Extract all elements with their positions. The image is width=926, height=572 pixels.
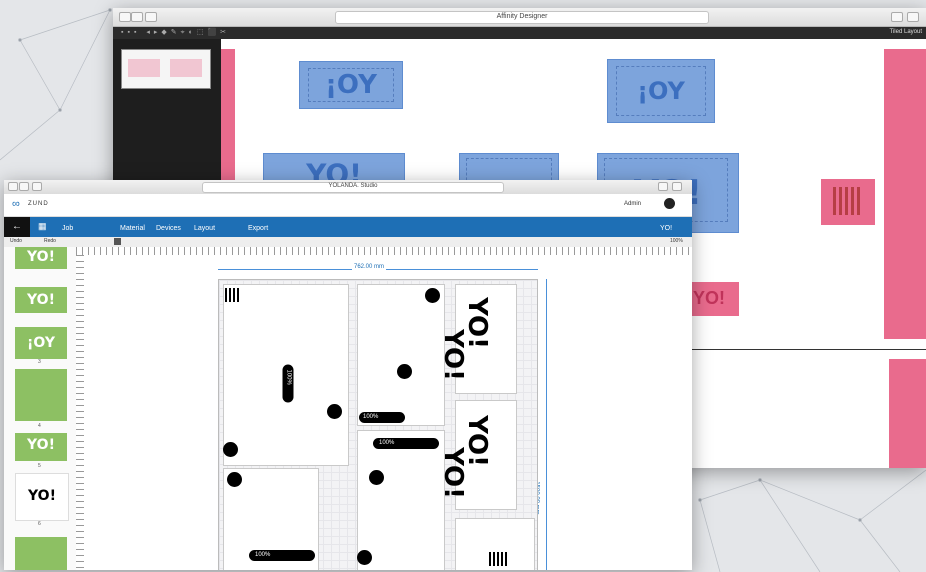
qr-code-icon [833, 187, 861, 215]
registration-mark [223, 442, 238, 457]
zoom-value[interactable]: 100% [670, 238, 683, 244]
undo-button[interactable]: Undo [10, 238, 22, 244]
qr-code-icon-small [225, 288, 239, 302]
thumbnail-6-number: 6 [38, 521, 41, 527]
height-dimension-line [546, 279, 547, 570]
user-avatar-icon[interactable] [664, 198, 675, 209]
qr-code-block[interactable] [821, 179, 875, 225]
back-nav-button[interactable] [119, 12, 131, 22]
share-button[interactable] [891, 12, 903, 22]
back-address-text: Affinity Designer [496, 13, 548, 20]
tabs-button[interactable] [907, 12, 919, 22]
nav-devices[interactable]: Devices [156, 225, 181, 232]
thumbnail-4[interactable] [15, 369, 67, 421]
thumbnail-3[interactable]: ¡OY [15, 327, 67, 359]
label-pill-1: 100% [282, 364, 294, 403]
card-yo-text-2: YO! [437, 329, 468, 381]
user-name[interactable]: Admin [624, 201, 641, 207]
back-top-right-text: Tiled Layout [889, 29, 922, 35]
front-tabs-button[interactable] [672, 182, 682, 191]
front-forward-button[interactable] [19, 182, 29, 191]
front-share-button[interactable] [658, 182, 668, 191]
toolbar-icons: ▪▪▪ ◂▸◆✎⌖◐⬚⬛✂ [121, 29, 231, 36]
registration-mark [357, 550, 372, 565]
registration-mark [397, 364, 412, 379]
forward-nav-button[interactable] [131, 12, 143, 22]
label-pill-2: 100% [359, 412, 405, 423]
front-window: YOLANDA. Studio ∞ ZUND Admin ← ▦ Job Mat… [4, 180, 692, 570]
thumbnail-1[interactable]: YO! [15, 247, 67, 269]
nav-job[interactable]: Job [62, 225, 73, 232]
label-pill-4: 100% [249, 550, 315, 561]
nav-layout[interactable]: Layout [194, 225, 215, 232]
app-header: ∞ ZUND Admin [4, 194, 692, 217]
thumbnail-5[interactable]: YO! [15, 433, 67, 461]
thumbnail-sidebar: YO! YO! ¡OY 3 4 YO! 5 YO! 6 [4, 247, 77, 570]
registration-mark [327, 404, 342, 419]
logo-icon: ∞ [12, 198, 20, 210]
redo-button[interactable]: Redo [44, 238, 56, 244]
nav-export[interactable]: Export [248, 225, 268, 232]
back-toolbar: ▪▪▪ ◂▸◆✎⌖◐⬚⬛✂ Tiled Layout [113, 27, 926, 39]
front-sidebar-button[interactable] [32, 182, 42, 191]
nav-right-label: YO! [660, 225, 673, 232]
job-icon[interactable]: ▦ [38, 221, 47, 232]
back-address-bar[interactable]: Affinity Designer [335, 11, 709, 24]
front-window-titlebar: YOLANDA. Studio [4, 180, 692, 195]
registration-mark [227, 472, 242, 487]
front-address-text: YOLANDA. Studio [328, 183, 378, 189]
yo-block-flipped-2[interactable]: ¡OY [607, 59, 715, 123]
material-sheet: 100% 100% 100% 100% YO! YO! YO! YO! [218, 279, 538, 570]
thumbnail-7[interactable] [15, 537, 67, 570]
main-nav: ← ▦ Job Material Devices Layout Export Y… [4, 217, 692, 237]
thumbnail-4-number: 4 [38, 423, 41, 429]
nav-material[interactable]: Material [120, 225, 145, 232]
pink-strip-right-lower [889, 359, 926, 468]
page-thumbnail[interactable] [121, 49, 211, 89]
logo-text: ZUND [28, 201, 49, 207]
thumbnail-3-number: 3 [38, 359, 41, 365]
layout-workspace[interactable]: 762.00 mm 1500.00 mm 100% 100% 100% 100% [84, 255, 692, 570]
width-dimension-label: 762.00 mm [352, 264, 387, 270]
thumbnail-5-number: 5 [38, 463, 41, 469]
card-yo-text-4: YO! [437, 447, 468, 499]
nest-card-4[interactable] [357, 430, 445, 570]
nest-card-2[interactable] [357, 284, 445, 426]
thumbnail-6[interactable]: YO! [15, 473, 69, 521]
grid-toggle-icon[interactable] [114, 238, 121, 245]
front-address-bar[interactable]: YOLANDA. Studio [202, 182, 504, 193]
yo-block-flipped-1[interactable]: ¡OY [299, 61, 403, 109]
label-pill-3: 100% [373, 438, 439, 449]
qr-code-icon-bottom [489, 552, 507, 566]
registration-mark [369, 470, 384, 485]
thumbnail-2[interactable]: YO! [15, 287, 67, 313]
pink-strip-right [884, 49, 926, 339]
registration-mark [425, 288, 440, 303]
sidebar-toggle-button[interactable] [145, 12, 157, 22]
front-back-button[interactable] [8, 182, 18, 191]
back-button[interactable]: ← [4, 217, 30, 237]
back-window-titlebar: Affinity Designer [113, 8, 926, 27]
